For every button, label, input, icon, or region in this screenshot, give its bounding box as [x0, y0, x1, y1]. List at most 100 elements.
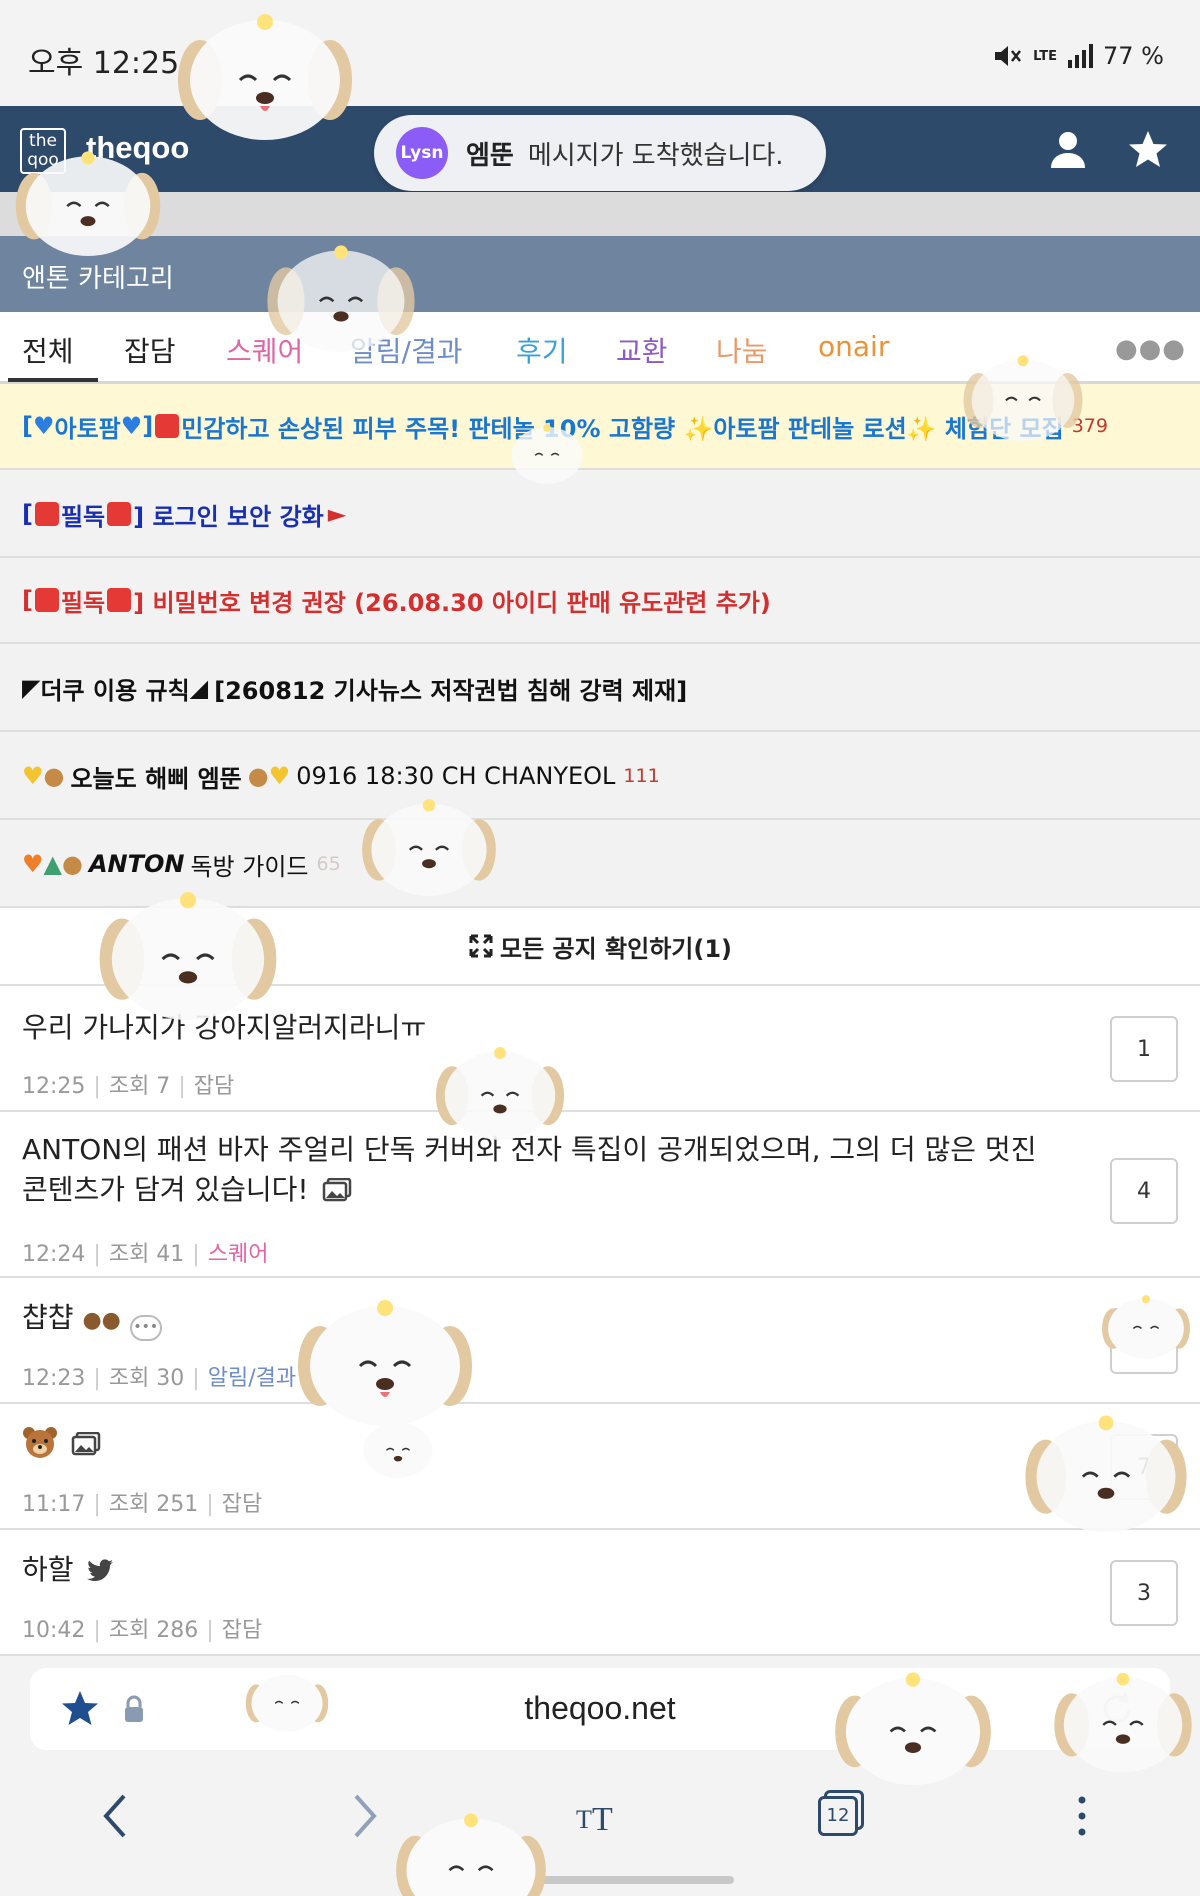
siren-icon	[34, 502, 59, 526]
corner-triangle-icon: ◤	[22, 674, 41, 702]
meta-separator: |	[93, 1366, 101, 1391]
url-text[interactable]: theqoo.net	[30, 1690, 1170, 1727]
notice-text: [	[22, 586, 33, 614]
post-category: 잡담	[221, 1618, 263, 1643]
tab-reviews[interactable]: 후기	[516, 330, 568, 370]
notice-rules[interactable]: ◤ 더쿠 이용 규칙 ◢ [260812 기사뉴스 저작권법 침해 강력 제재]	[0, 646, 1200, 732]
signal-icon	[1068, 44, 1094, 68]
post-meta: 12:25 | 조회 7 | 잡담	[22, 1068, 234, 1100]
message-toast[interactable]: Lysn 엠뚠 메시지가 도착했습니다.	[374, 115, 826, 191]
post-time: 12:25	[22, 1074, 86, 1099]
notice-text: 0916 18:30 CH CHANYEOL	[296, 762, 616, 790]
post-title[interactable]: 하할	[22, 1550, 1082, 1590]
notice-text: 독방 가이드	[190, 852, 309, 881]
tab-chat[interactable]: 잡담	[124, 330, 176, 370]
orange-heart-icon: ♥	[22, 850, 44, 878]
reply-count[interactable]: 1	[1110, 1016, 1178, 1082]
tab-all[interactable]: 전체	[22, 330, 74, 370]
post-title-text: 챱챱	[22, 1301, 74, 1334]
meta-separator: |	[206, 1618, 214, 1643]
category-title[interactable]: 앤톤 카테고리	[22, 258, 174, 295]
meta-separator: |	[192, 1366, 200, 1391]
meta-separator: |	[93, 1618, 101, 1643]
corner-triangle-icon: ◢	[189, 674, 209, 702]
notice-login-security[interactable]: [ 필독 ] 로그인 보안 강화 ►	[0, 472, 1200, 558]
view-all-label: 모든 공지 확인하기(1)	[500, 934, 732, 963]
notice-text: [	[22, 412, 33, 440]
siren-icon	[155, 414, 180, 438]
toast-message: 메시지가 도착했습니다.	[527, 140, 784, 171]
post-views: 조회 7	[108, 1074, 171, 1099]
tab-giveaway[interactable]: 나눔	[716, 330, 768, 370]
dog-emoji-icon: ●	[43, 762, 65, 790]
svg-text:T: T	[592, 1801, 613, 1838]
back-icon[interactable]	[90, 1788, 146, 1844]
notice-ad-text: 민감하고 손상된 피부 주목! 판테놀 10% 고함량 ✨아토팜 판테놀 로션✨…	[181, 414, 1064, 443]
status-time: 오후 12:25	[28, 46, 180, 81]
reply-count[interactable]: 3	[1110, 1560, 1178, 1626]
dog-sticker-decoration	[396, 1813, 546, 1896]
notice-text: ]	[142, 412, 154, 440]
image-attachment-icon	[322, 1177, 351, 1202]
post-meta: 11:17 | 조회 251 | 잡담	[22, 1486, 262, 1518]
dog-emoji-icon: ●	[61, 850, 83, 878]
post-title[interactable]: 챱챱 ●● •••	[22, 1298, 1082, 1341]
user-icon[interactable]	[1046, 128, 1090, 172]
post-views: 조회 41	[108, 1242, 185, 1267]
notice-text: ] 비밀번호 변경 권장 (26.08.30 아이디 판매 유도관련 추가)	[133, 588, 771, 617]
post-item[interactable]: 하할 10:42 | 조회 286 | 잡담 3	[0, 1530, 1200, 1656]
category-bar: 앤톤 카테고리	[0, 236, 1200, 312]
more-tabs-icon[interactable]: ●●●	[1115, 334, 1186, 364]
post-category: 스퀘어	[207, 1242, 269, 1267]
bookmark-star-icon[interactable]	[1126, 128, 1170, 172]
post-item[interactable]: 챱챱 ●● ••• 12:23 | 조회 30 | 알림/결과	[0, 1278, 1200, 1404]
notice-anton: ANTON	[88, 850, 185, 878]
mute-icon	[995, 46, 1022, 66]
tab-onair[interactable]: onair	[818, 330, 889, 363]
expand-icon	[469, 934, 493, 958]
post-item[interactable]: ANTON의 패션 바자 주얼리 단독 커버와 전자 특집이 공개되었으며, 그…	[0, 1112, 1200, 1278]
post-meta: 12:23 | 조회 30 | 알림/결과	[22, 1360, 296, 1392]
text-size-icon[interactable]: TT	[572, 1788, 628, 1844]
dog-sticker-decoration	[511, 424, 583, 484]
siren-icon	[107, 588, 132, 612]
tabs-button[interactable]: 12	[818, 1790, 866, 1838]
meta-separator: |	[178, 1074, 186, 1099]
more-menu-icon[interactable]	[1054, 1788, 1110, 1844]
post-meta: 10:42 | 조회 286 | 잡담	[22, 1612, 262, 1644]
notice-tag: 필독	[60, 588, 106, 617]
post-title[interactable]	[22, 1424, 1082, 1464]
lte-label: LTE	[1033, 48, 1058, 64]
yellow-heart-icon: ♥	[22, 762, 44, 790]
notice-daily[interactable]: ♥ ● 오늘도 해삐 엠뚠 ● ♥ 0916 18:30 CH CHANYEOL…	[0, 734, 1200, 820]
reply-count[interactable]: 4	[1110, 1158, 1178, 1224]
post-title-line: 콘텐츠가 담겨 있습니다!	[22, 1170, 1082, 1210]
dog-sticker-decoration	[1054, 1672, 1192, 1773]
megaphone-icon: ►	[327, 500, 347, 528]
meta-separator: |	[192, 1242, 200, 1267]
notice-text: 오늘도 해삐 엠뚠	[70, 764, 242, 793]
post-views: 조회 286	[108, 1618, 199, 1643]
post-time: 12:24	[22, 1242, 86, 1267]
dog-sticker-decoration	[363, 1422, 433, 1478]
paw-icon: ●●	[82, 1308, 121, 1333]
post-title-text: 하할	[22, 1553, 74, 1586]
meta-separator: |	[206, 1492, 214, 1517]
tab-count: 12	[818, 1796, 858, 1836]
siren-icon	[34, 588, 59, 612]
url-bar[interactable]: theqoo.net	[30, 1668, 1170, 1750]
notice-password-change[interactable]: [ 필독 ] 비밀번호 변경 권장 (26.08.30 아이디 판매 유도관련 …	[0, 558, 1200, 644]
speech-bubble-icon: •••	[129, 1315, 162, 1341]
forward-icon[interactable]	[334, 1788, 390, 1844]
dog-sticker-decoration	[835, 1672, 991, 1786]
notice-text: [260812 기사뉴스 저작권법 침해 강력 제재]	[214, 676, 688, 705]
dog-sticker-decoration	[1025, 1415, 1187, 1533]
twitter-bird-icon	[87, 1559, 114, 1582]
tab-exchange[interactable]: 교환	[616, 330, 668, 370]
post-category: 잡담	[221, 1492, 263, 1517]
post-title[interactable]: ANTON의 패션 바자 주얼리 단독 커버와 전자 특집이 공개되었으며, 그…	[22, 1130, 1082, 1210]
post-time: 11:17	[22, 1492, 86, 1517]
dog-sticker-decoration	[245, 1674, 329, 1732]
dog-sticker-decoration	[362, 799, 496, 896]
dog-sticker-decoration	[15, 151, 161, 256]
